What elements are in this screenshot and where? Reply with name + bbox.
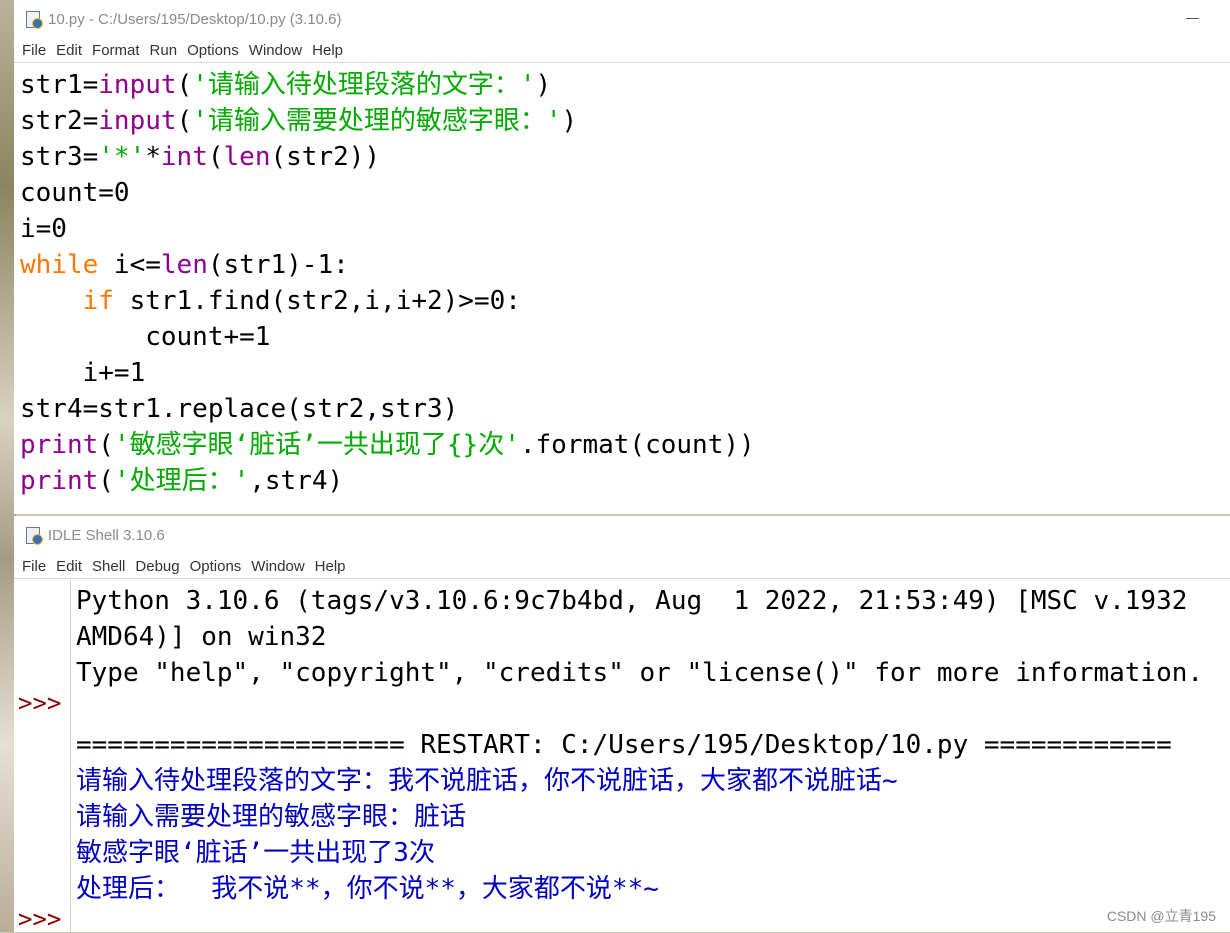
code-line: if str1.find(str2,i,i+2)>=0: [82, 286, 521, 316]
shell-lines: Python 3.10.6 (tags/v3.10.6:9c7b4bd, Aug… [76, 583, 1203, 907]
menu-options[interactable]: Options [189, 558, 243, 575]
editor-titlebar[interactable]: 10.py - C:/Users/195/Desktop/10.py (3.10… [14, 0, 1230, 38]
shell-menubar: File Edit Shell Debug Options Window Hel… [14, 554, 1230, 578]
python-shell-icon [24, 526, 43, 545]
shell-prompt: >>> [18, 905, 62, 933]
menu-file[interactable]: File [21, 42, 47, 59]
menu-window[interactable]: Window [250, 558, 305, 575]
menu-options[interactable]: Options [186, 42, 240, 59]
code-line: str3='*'*int(len(str2)) [20, 142, 381, 172]
shell-output[interactable]: >>> >>> Python 3.10.6 (tags/v3.10.6:9c7b… [14, 578, 1230, 933]
editor-window: 10.py - C:/Users/195/Desktop/10.py (3.10… [14, 0, 1230, 514]
menu-window[interactable]: Window [248, 42, 303, 59]
menu-help[interactable]: Help [314, 558, 347, 575]
shell-line: 敏感字眼‘脏话’一共出现了3次 [76, 838, 435, 868]
code-line: str2=input('请输入需要处理的敏感字眼：') [20, 106, 578, 136]
code-line: str1=input('请输入待处理段落的文字：') [20, 70, 552, 100]
menu-shell[interactable]: Shell [91, 558, 126, 575]
shell-line: 处理后： 我不说**，你不说**，大家都不说**~ [76, 874, 659, 904]
editor-title: 10.py - C:/Users/195/Desktop/10.py (3.10… [48, 10, 342, 28]
menu-edit[interactable]: Edit [55, 42, 83, 59]
shell-line: Type "help", "copyright", "credits" or "… [76, 658, 1204, 688]
shell-line: ===================== RESTART: C:/Users/… [76, 730, 1172, 760]
shell-titlebar[interactable]: IDLE Shell 3.10.6 [14, 516, 1230, 554]
code-line: count+=1 [20, 322, 271, 352]
shell-line: AMD64)] on win32 [76, 622, 327, 652]
shell-prompt-sidebar: >>> >>> [14, 579, 71, 933]
shell-line: 请输入待处理段落的文字：我不说脏话，你不说脏话，大家都不说脏话~ [76, 766, 898, 796]
code-line: i=0 [20, 214, 67, 244]
shell-title: IDLE Shell 3.10.6 [48, 526, 165, 544]
shell-line: Python 3.10.6 (tags/v3.10.6:9c7b4bd, Aug… [76, 586, 1204, 616]
shell-prompt: >>> [18, 689, 62, 717]
watermark: CSDN @立青195 [1106, 908, 1216, 924]
code-lines: str1=input('请输入待处理段落的文字：') str2=input('请输… [20, 67, 755, 499]
code-line: print('敏感字眼‘脏话’一共出现了{}次'.format(count)) [20, 430, 755, 460]
menu-file[interactable]: File [21, 558, 47, 575]
python-file-icon [24, 10, 43, 29]
shell-window: IDLE Shell 3.10.6 File Edit Shell Debug … [14, 516, 1230, 933]
code-line: print('处理后：',str4) [20, 466, 344, 496]
minimize-icon[interactable] [1186, 10, 1200, 24]
menu-edit[interactable]: Edit [55, 558, 83, 575]
code-line: count=0 [20, 178, 130, 208]
code-editor[interactable]: str1=input('请输入待处理段落的文字：') str2=input('请输… [14, 62, 1230, 514]
shell-line: 请输入需要处理的敏感字眼：脏话 [76, 802, 467, 832]
menu-debug[interactable]: Debug [134, 558, 180, 575]
code-line: str4=str1.replace(str2,str3) [20, 394, 459, 424]
editor-menubar: File Edit Format Run Options Window Help [14, 38, 1230, 62]
menu-run[interactable]: Run [149, 42, 179, 59]
menu-format[interactable]: Format [91, 42, 141, 59]
menu-help[interactable]: Help [311, 42, 344, 59]
code-line: while i<=len(str1)-1: [20, 250, 349, 280]
code-line: i+=1 [20, 358, 146, 388]
